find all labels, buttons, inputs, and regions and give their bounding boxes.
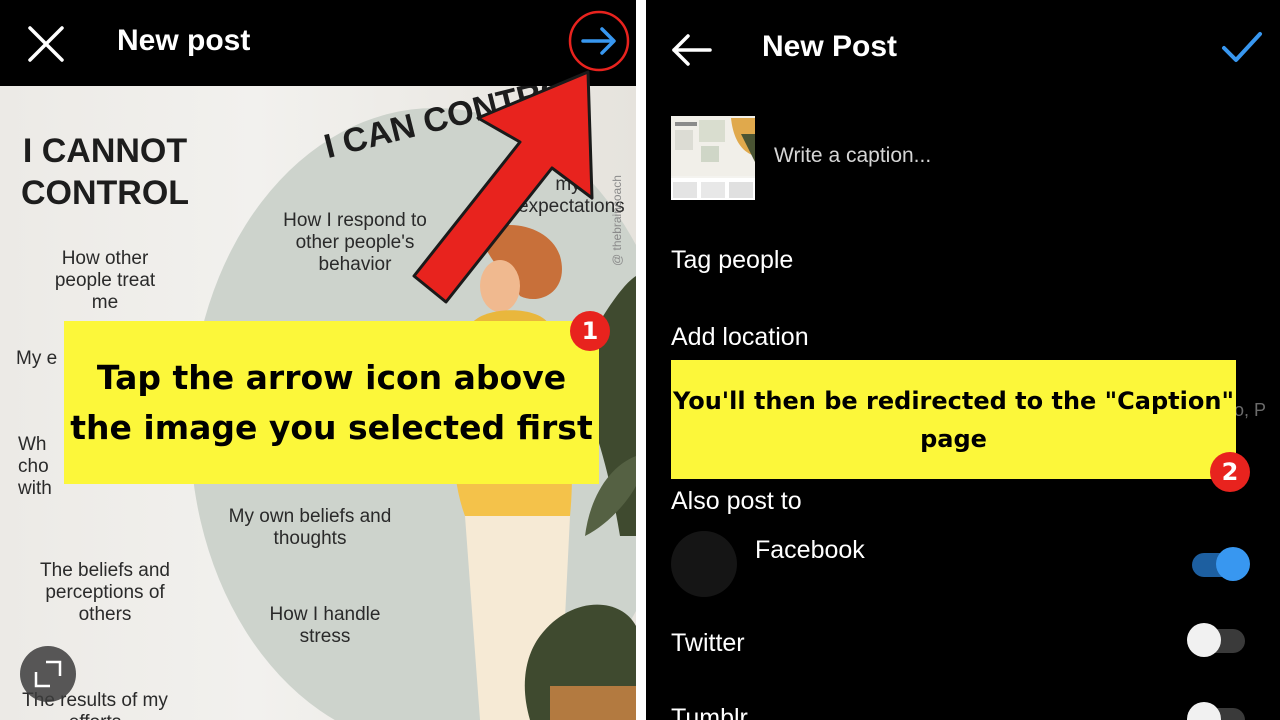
tag-people-row[interactable]: Tag people <box>671 246 793 275</box>
page-title: New Post <box>762 30 898 63</box>
share-confirm-button[interactable] <box>1218 26 1266 70</box>
share-facebook-label: Facebook <box>755 536 865 564</box>
back-button[interactable] <box>666 28 714 72</box>
location-suggestion-fragment[interactable]: o, P <box>1234 400 1266 421</box>
tumblr-toggle[interactable] <box>1187 702 1245 720</box>
instruction-text: You'll then be redirected to the "Captio… <box>673 386 1234 453</box>
add-location-row[interactable]: Add location <box>671 323 809 352</box>
instruction-callout: Tap the arrow icon above the image you s… <box>64 321 599 484</box>
toggle-knob <box>1187 623 1221 657</box>
toggle-knob <box>1216 547 1250 581</box>
step-badge: 2 <box>1210 452 1250 492</box>
share-tumblr-label: Tumblr <box>671 704 748 720</box>
caption-input[interactable] <box>774 144 1224 168</box>
facebook-toggle[interactable] <box>1192 547 1250 581</box>
thumbnail-image <box>671 116 755 200</box>
share-twitter-label: Twitter <box>671 629 745 657</box>
post-thumbnail <box>671 116 755 200</box>
toggle-knob <box>1187 702 1221 720</box>
step-badge: 1 <box>570 311 610 351</box>
instruction-callout: You'll then be redirected to the "Captio… <box>671 360 1236 479</box>
twitter-toggle[interactable] <box>1187 623 1245 657</box>
facebook-avatar <box>671 531 737 597</box>
instruction-text: Tap the arrow icon above the image you s… <box>70 357 593 447</box>
panel-divider <box>636 0 646 720</box>
arrow-left-icon <box>672 34 712 66</box>
right-screen-new-post: New Post Tag people Add location o, P Al… <box>646 0 1280 720</box>
checkmark-icon <box>1222 32 1262 62</box>
left-screen-new-post: New post I CANNOT CONTROL I CAN CONTROL … <box>0 0 636 720</box>
also-post-to-heading: Also post to <box>671 487 802 515</box>
